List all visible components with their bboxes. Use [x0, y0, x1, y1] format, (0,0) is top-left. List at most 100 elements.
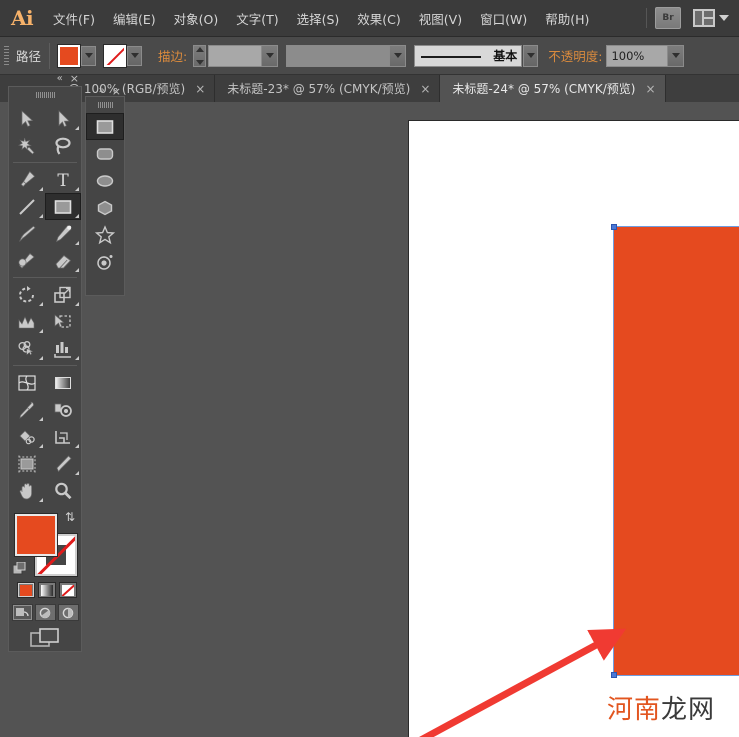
shape-tool-flare[interactable] [86, 248, 124, 275]
menu-file[interactable]: 文件(F) [45, 5, 103, 32]
shape-tool-rounded-rectangle[interactable] [86, 140, 124, 167]
stroke-profile-combo[interactable] [286, 45, 406, 67]
shape-tool-ellipse[interactable] [86, 167, 124, 194]
fill-color-dropdown[interactable] [81, 46, 96, 66]
close-icon[interactable]: × [195, 83, 205, 95]
stroke-color-control[interactable] [104, 45, 142, 67]
bridge-button[interactable]: Br [655, 7, 681, 29]
default-fill-stroke-icon[interactable] [13, 562, 26, 575]
document-tab-3[interactable]: 未标题-24* @ 57% (CMYK/预览) × [440, 75, 665, 102]
screen-mode-button[interactable] [30, 628, 60, 654]
tool-hand[interactable] [9, 477, 45, 504]
tool-zoom[interactable] [45, 477, 81, 504]
opacity-combo[interactable]: 100% [606, 45, 684, 67]
tool-pen[interactable] [9, 166, 45, 193]
tool-grid: T [9, 103, 81, 506]
menu-object[interactable]: 对象(O) [166, 5, 227, 32]
opacity-label: 不透明度: [548, 46, 602, 65]
tool-blob-brush[interactable] [9, 247, 45, 274]
brush-definition-value: 基本 [493, 47, 517, 64]
tool-column-graph[interactable] [45, 335, 81, 362]
draw-normal-mode-button[interactable] [12, 604, 33, 621]
tool-lasso[interactable] [45, 132, 81, 159]
tool-direct-selection[interactable] [45, 105, 81, 132]
color-mode-button[interactable] [17, 582, 35, 598]
tool-rectangle[interactable] [45, 193, 81, 220]
menu-view[interactable]: 视图(V) [411, 5, 470, 32]
menu-effect[interactable]: 效果(C) [349, 5, 408, 32]
stroke-weight-stepper[interactable] [193, 45, 206, 67]
tool-type[interactable]: T [45, 166, 81, 193]
shape-flyout-header-buttons: » × [99, 85, 121, 98]
close-icon[interactable]: × [420, 83, 430, 95]
tool-eyedropper[interactable] [9, 396, 45, 423]
tools-panel-header[interactable]: « × [9, 87, 81, 103]
tool-magic-wand[interactable] [9, 132, 45, 159]
tool-blend[interactable] [45, 396, 81, 423]
orange-rectangle[interactable] [614, 227, 739, 675]
tool-scale[interactable] [45, 281, 81, 308]
stroke-color-swatch[interactable] [104, 45, 126, 67]
shape-tool-rectangle[interactable] [86, 113, 124, 140]
tool-flyout-indicator [39, 187, 43, 191]
options-bar-grip[interactable] [0, 37, 10, 75]
chevron-down-icon [719, 15, 729, 21]
anchor-point-bottom-left[interactable] [611, 672, 617, 678]
tool-line-segment[interactable] [9, 193, 45, 220]
shape-tool-star[interactable] [86, 221, 124, 248]
stroke-weight-combo[interactable] [208, 45, 278, 67]
draw-behind-mode-button[interactable] [35, 604, 56, 621]
anchor-point-top-left[interactable] [611, 224, 617, 230]
tool-paintbrush[interactable] [9, 220, 45, 247]
tool-symbol-sprayer[interactable] [9, 335, 45, 362]
menu-edit[interactable]: 编辑(E) [105, 5, 164, 32]
options-bar: 路径 描边: 基本 不透明度: 100% [0, 37, 739, 75]
document-tab-2[interactable]: 未标题-23* @ 57% (CMYK/预览) × [215, 75, 440, 102]
menu-select[interactable]: 选择(S) [289, 5, 348, 32]
opacity-dropdown-icon[interactable] [667, 46, 683, 66]
stroke-profile-dropdown-icon[interactable] [389, 46, 405, 66]
document-tab-2-label: 未标题-23* @ 57% (CMYK/预览) [227, 80, 410, 97]
shape-flyout-header[interactable]: » × [86, 97, 124, 113]
menu-help[interactable]: 帮助(H) [537, 5, 597, 32]
tool-selection[interactable] [9, 105, 45, 132]
collapse-icon[interactable]: « [57, 74, 63, 84]
tool-eraser[interactable] [45, 247, 81, 274]
tool-live-paint-bucket[interactable] [9, 423, 45, 450]
shape-tool-polygon[interactable] [86, 194, 124, 221]
tool-mesh[interactable] [9, 369, 45, 396]
artboard[interactable]: 河南龙网 [408, 120, 739, 737]
none-mode-button[interactable] [59, 582, 77, 598]
close-icon[interactable]: × [645, 83, 655, 95]
fill-color-swatch[interactable] [58, 45, 80, 67]
tool-artboard[interactable] [9, 450, 45, 477]
workspace-switcher[interactable] [693, 9, 729, 27]
close-icon[interactable]: × [70, 73, 79, 84]
tool-gradient[interactable] [45, 369, 81, 396]
tool-warp[interactable] [9, 308, 45, 335]
tool-pencil[interactable] [45, 220, 81, 247]
brush-definition-dropdown[interactable] [523, 45, 538, 67]
fill-color-control[interactable] [58, 45, 96, 67]
swap-fill-stroke-icon[interactable]: ⇅ [65, 510, 75, 524]
brush-definition-combo[interactable]: 基本 [414, 45, 522, 67]
tool-slice[interactable] [45, 450, 81, 477]
close-icon[interactable]: × [112, 85, 121, 98]
collapse-icon[interactable]: » [99, 85, 105, 98]
stroke-color-dropdown[interactable] [127, 46, 142, 66]
tool-shape-builder[interactable] [45, 423, 81, 450]
stroke-weight-dropdown-icon[interactable] [261, 46, 277, 66]
selected-object-type: 路径 [16, 46, 41, 65]
tool-flyout-indicator [39, 444, 43, 448]
tool-divider-2 [13, 277, 77, 278]
gradient-mode-button[interactable] [38, 582, 56, 598]
tool-rotate[interactable] [9, 281, 45, 308]
fill-color-swatch-large[interactable] [15, 514, 57, 556]
tool-free-transform[interactable] [45, 308, 81, 335]
tools-panel-grip[interactable] [36, 92, 55, 98]
menu-type[interactable]: 文字(T) [228, 5, 286, 32]
menu-window[interactable]: 窗口(W) [472, 5, 535, 32]
draw-inside-mode-button[interactable] [58, 604, 79, 621]
watermark-part-2: 龙网 [661, 695, 715, 725]
shape-flyout-grip[interactable] [98, 102, 113, 108]
